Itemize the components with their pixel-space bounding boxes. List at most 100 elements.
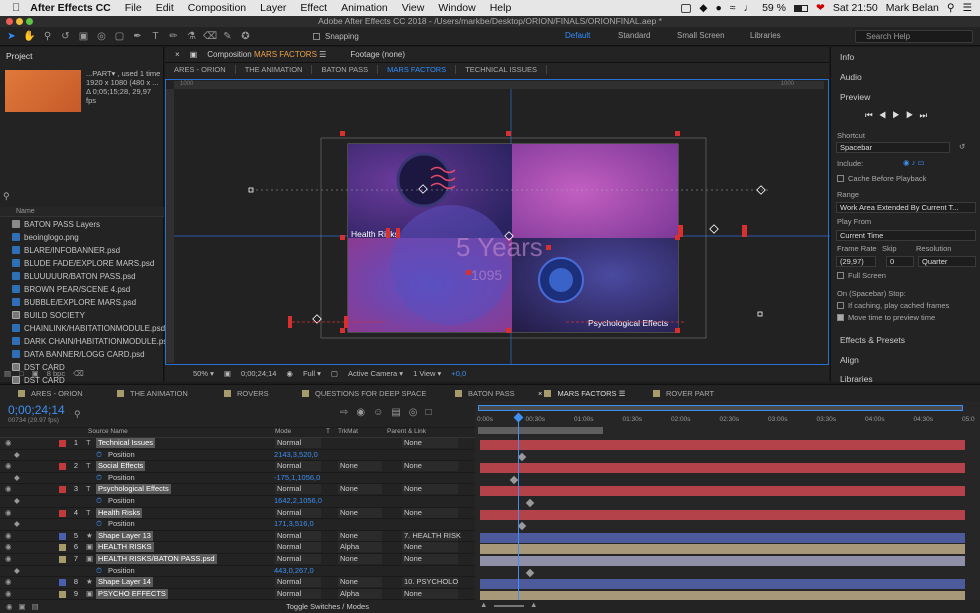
trash-icon[interactable]: ⌫	[73, 369, 84, 378]
layer-mode-select[interactable]: Normal	[275, 507, 321, 518]
visibility-eye-icon[interactable]: ◉	[5, 554, 12, 564]
notifications-icon[interactable]: ☰	[963, 2, 972, 14]
project-item[interactable]: BATON PASS Layers	[0, 218, 150, 231]
flag-icon[interactable]: ❤	[816, 2, 825, 14]
project-item[interactable]: DATA BANNER/LOGG CARD.psd	[0, 348, 150, 361]
comp-current-time[interactable]: 0;00;24;14	[241, 369, 276, 378]
keyframe-nav-icon[interactable]: ◆	[14, 519, 20, 529]
trkmat-select[interactable]: None	[338, 553, 382, 564]
workspace-libraries[interactable]: Libraries	[750, 31, 781, 40]
parent-select[interactable]: 10. PSYCHOLO	[402, 577, 458, 588]
keyframe[interactable]	[517, 452, 527, 461]
pan-behind-tool-icon[interactable]: ◎	[95, 30, 108, 43]
layer-name[interactable]: Shape Layer 13	[96, 530, 153, 541]
layer-mode-select[interactable]: Normal	[275, 461, 321, 472]
view-layout-select[interactable]: 1 View ▾	[413, 369, 441, 378]
workspace-small-screen[interactable]: Small Screen	[677, 31, 725, 40]
project-item[interactable]: DARK CHAIN/HABITATIONMODULE.psd	[0, 335, 172, 348]
puppet-tool-icon[interactable]: ✪	[239, 30, 252, 43]
comp-mini-flowchart-icon[interactable]: ⇨	[340, 407, 348, 418]
current-time[interactable]: 0;00;24;14	[8, 403, 65, 417]
stopwatch-icon[interactable]: ⏱	[96, 496, 102, 506]
keyframe[interactable]	[525, 568, 535, 577]
keyframe[interactable]	[509, 475, 519, 485]
time-zoom-slider[interactable]	[494, 605, 524, 607]
layer-row[interactable]: ◉ 3 T Psychological Effects Normal None None	[0, 484, 475, 496]
label-color-swatch[interactable]	[59, 544, 66, 552]
visibility-eye-icon[interactable]: ◉	[5, 461, 12, 471]
layer-row[interactable]: ◉ 8 ★ Shape Layer 14 Normal None 10. PSYCHOLO	[0, 577, 475, 589]
expand-layer-switches-icon[interactable]: ◉	[6, 602, 13, 611]
stopwatch-icon[interactable]: ⏱	[96, 519, 102, 529]
align-title[interactable]: Align	[840, 355, 859, 365]
zoom-tool-icon[interactable]: ⚲	[41, 30, 54, 43]
layer-duration-bar[interactable]	[480, 532, 965, 543]
parent-select[interactable]: None	[402, 588, 458, 599]
roto-brush-tool-icon[interactable]: ✎	[221, 30, 234, 43]
camera-select[interactable]: Active Camera ▾	[348, 369, 403, 378]
layer-name[interactable]: Social Effects	[96, 461, 146, 472]
tab-rovers[interactable]: ROVERS	[224, 389, 269, 398]
bit-depth[interactable]: 8 bpc	[47, 369, 65, 378]
parent-select[interactable]: None	[402, 507, 458, 518]
roi-icon[interactable]: ▢	[331, 369, 338, 378]
footage-tab[interactable]: Footage (none)	[350, 50, 405, 59]
property-value[interactable]: -175,1,1056,0	[274, 473, 320, 483]
prev-frame-icon[interactable]: ◀	[879, 110, 893, 120]
volume-icon[interactable]: ♩	[744, 2, 755, 14]
parent-select[interactable]: None	[402, 438, 458, 448]
layer-row[interactable]: ◉ 5 ★ Shape Layer 13 Normal None 7. HEALTH RIS…	[0, 530, 475, 543]
layer-row[interactable]: ◉ 9 ▣ PSYCHO EFFECTS Normal Alpha None	[0, 588, 475, 601]
audio-panel-title[interactable]: Audio	[840, 72, 862, 82]
project-search[interactable]: ⚲	[3, 191, 161, 202]
property-value[interactable]: 171,3,516,0	[274, 519, 314, 529]
close-window-button[interactable]	[6, 18, 13, 25]
trkmat-select[interactable]: None	[338, 484, 382, 495]
breadcrumb-item[interactable]: ARES - ORION	[165, 65, 236, 74]
project-column-name[interactable]: Name	[0, 207, 164, 217]
include-video-icon[interactable]: ◉ ♪ ▭	[903, 158, 925, 167]
clock[interactable]: Sat 21:50	[833, 2, 878, 14]
layer-row[interactable]: ◉ 2 T Social Effects Normal None None	[0, 461, 475, 473]
keyframe-nav-icon[interactable]: ◆	[14, 496, 20, 506]
layer-name[interactable]: PSYCHO EFFECTS	[96, 588, 168, 599]
menu-layer[interactable]: Layer	[260, 2, 286, 14]
property-row[interactable]: ⏱ Position 171,3,516,0 ◆	[0, 519, 475, 531]
project-item[interactable]: BUILD SOCIETY	[0, 309, 150, 322]
libraries-title[interactable]: Libraries	[840, 374, 873, 384]
expand-transfer-icon[interactable]: ▣	[19, 602, 26, 611]
project-item[interactable]: BLUDE FADE/EXPLORE MARS.psd	[0, 257, 154, 270]
work-area-bar[interactable]	[478, 427, 603, 434]
pen-tool-icon[interactable]: ✒	[131, 30, 144, 43]
trkmat-select[interactable]: None	[338, 507, 382, 518]
timeline-search[interactable]: ⚲	[74, 409, 264, 420]
app-menu[interactable]: After Effects CC	[30, 2, 111, 14]
stop-move-checkbox[interactable]: Move time to preview time	[837, 313, 935, 322]
hand-tool-icon[interactable]: ✋	[23, 30, 36, 43]
visibility-eye-icon[interactable]: ◉	[5, 577, 12, 587]
next-frame-icon[interactable]: ▶	[906, 110, 920, 120]
trkmat-select[interactable]: None	[338, 577, 382, 588]
layer-duration-bar[interactable]	[480, 509, 965, 520]
visibility-eye-icon[interactable]: ◉	[5, 531, 12, 541]
layer-row[interactable]: ◉ 6 ▣ HEALTH RISKS Normal Alpha None	[0, 542, 475, 554]
layer-name[interactable]: Shape Layer 14	[96, 577, 153, 588]
layer-mode-select[interactable]: Normal	[275, 577, 321, 588]
comp-lock-icon[interactable]: ▣	[190, 50, 198, 59]
tab-the-animation[interactable]: THE ANIMATION	[117, 389, 188, 398]
range-select[interactable]: Work Area Extended By Current T...	[836, 202, 976, 213]
label-color-swatch[interactable]	[59, 532, 66, 540]
menu-window[interactable]: Window	[438, 2, 475, 14]
last-frame-icon[interactable]: ⏭	[919, 110, 933, 120]
preview-panel-title[interactable]: Preview	[840, 92, 870, 102]
lock-icon[interactable]: ●	[715, 2, 721, 14]
property-value[interactable]: 1642,2,1056,0	[274, 496, 322, 506]
dropbox-icon[interactable]: ◆	[699, 2, 707, 14]
parent-select[interactable]: None	[402, 484, 458, 495]
menu-file[interactable]: File	[125, 2, 142, 14]
interpret-footage-icon[interactable]: ▤	[4, 369, 11, 378]
reset-icon[interactable]: ↺	[959, 142, 965, 151]
comp-tab[interactable]: Composition MARS FACTORS ☰	[207, 50, 326, 59]
spotlight-icon[interactable]: ⚲	[947, 2, 955, 14]
project-item[interactable]: BLARE/INFOBANNER.psd	[0, 244, 150, 257]
